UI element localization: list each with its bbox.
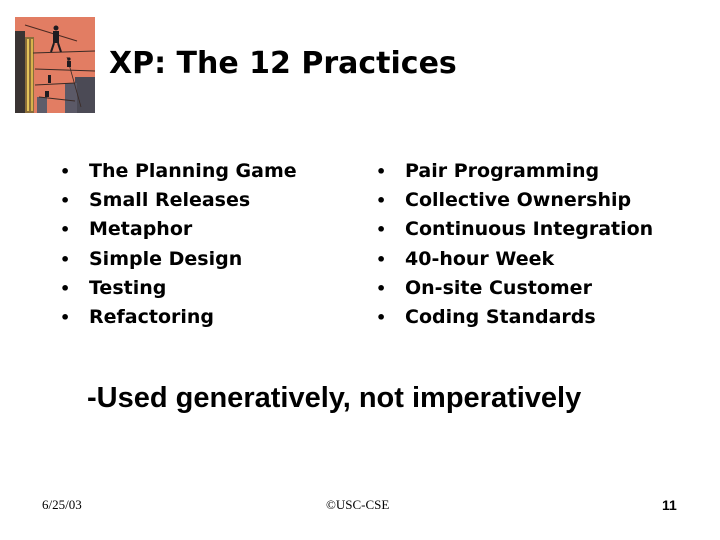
list-item: • Testing (60, 274, 297, 303)
bullet-icon: • (60, 308, 71, 328)
practice-label: On-site Customer (405, 276, 592, 299)
footer-copyright: ©USC-CSE (326, 497, 390, 512)
practice-label: Refactoring (89, 306, 215, 329)
list-item: • 40-hour Week (376, 245, 653, 274)
bullet-icon: • (376, 249, 387, 269)
practice-label: Simple Design (89, 247, 243, 270)
bullet-icon: • (376, 220, 387, 240)
list-item: • Simple Design (60, 245, 297, 274)
practice-label: Continuous Integration (405, 218, 654, 241)
list-item: • Collective Ownership (376, 186, 653, 215)
bullet-icon: • (376, 162, 387, 182)
practice-label: Coding Standards (405, 306, 596, 329)
practice-label: Collective Ownership (405, 189, 632, 212)
bullet-icon: • (60, 278, 71, 298)
bullet-icon: • (60, 162, 71, 182)
slide-number: 11 (662, 497, 677, 513)
practice-label: 40-hour Week (405, 247, 555, 270)
bullet-icon: • (60, 249, 71, 269)
practices-list-right: • Pair Programming • Collective Ownership … (376, 157, 653, 332)
bullet-icon: • (60, 191, 71, 211)
list-item: • On-site Customer (376, 274, 653, 303)
practice-label: Pair Programming (405, 160, 600, 183)
footer-date: 6/25/03 (42, 497, 82, 512)
practice-label: The Planning Game (89, 160, 297, 183)
list-item: • Refactoring (60, 303, 297, 332)
list-item: • The Planning Game (60, 157, 297, 186)
practice-label: Metaphor (89, 218, 193, 241)
tightrope-walkers-image (15, 17, 96, 113)
list-item: • Small Releases (60, 186, 297, 215)
practice-label: Small Releases (89, 189, 251, 212)
bullet-icon: • (376, 191, 387, 211)
list-item: • Metaphor (60, 215, 297, 244)
bullet-icon: • (60, 220, 71, 240)
bullet-icon: • (376, 278, 387, 298)
slide-title: XP: The 12 Practices (109, 46, 457, 81)
list-item: • Coding Standards (376, 303, 653, 332)
list-item: • Pair Programming (376, 157, 653, 186)
list-item: • Continuous Integration (376, 215, 653, 244)
practice-label: Testing (89, 276, 167, 299)
tagline: -Used generatively, not imperatively (87, 382, 582, 414)
practices-list-left: • The Planning Game • Small Releases • Meta… (60, 157, 297, 332)
bullet-icon: • (376, 308, 387, 328)
